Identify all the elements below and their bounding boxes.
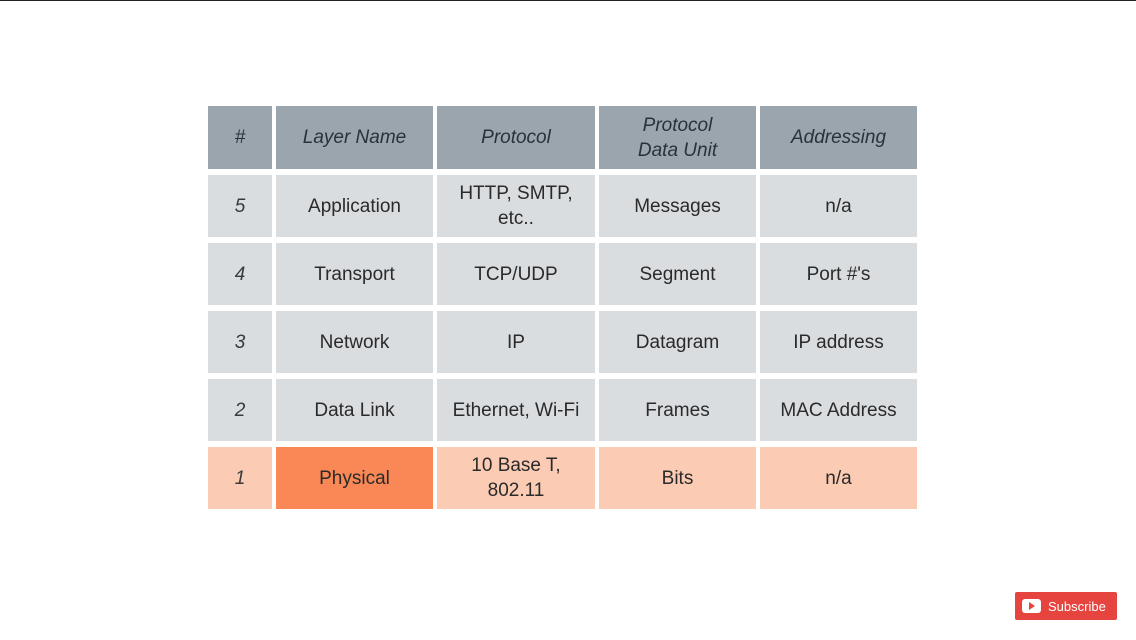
cell-num: 3 [208,311,272,373]
table-row-highlighted: 1 Physical 10 Base T, 802.11 Bits n/a [208,447,917,509]
cell-pdu: Bits [599,447,756,509]
youtube-play-icon [1022,599,1041,613]
cell-pdu: Segment [599,243,756,305]
cell-protocol: HTTP, SMTP, etc.. [437,175,595,237]
header-num: # [208,106,272,169]
osi-layers-table: # Layer Name Protocol Protocol Data Unit… [204,100,921,515]
header-addressing: Addressing [760,106,917,169]
table-header-row: # Layer Name Protocol Protocol Data Unit… [208,106,917,169]
cell-layer-name: Transport [276,243,433,305]
cell-num: 2 [208,379,272,441]
cell-layer-name: Data Link [276,379,433,441]
cell-layer-name: Application [276,175,433,237]
cell-pdu: Datagram [599,311,756,373]
cell-addressing: Port #'s [760,243,917,305]
header-protocol: Protocol [437,106,595,169]
video-frame: # Layer Name Protocol Protocol Data Unit… [0,0,1136,640]
cell-addressing: IP address [760,311,917,373]
header-layer-name: Layer Name [276,106,433,169]
cell-num: 5 [208,175,272,237]
cell-pdu: Messages [599,175,756,237]
subscribe-label: Subscribe [1048,598,1106,614]
cell-addressing: n/a [760,175,917,237]
table-row: 4 Transport TCP/UDP Segment Port #'s [208,243,917,305]
cell-protocol: 10 Base T, 802.11 [437,447,595,509]
header-pdu: Protocol Data Unit [599,106,756,169]
table-row: 2 Data Link Ethernet, Wi-Fi Frames MAC A… [208,379,917,441]
cell-layer-name-highlighted: Physical [276,447,433,509]
cell-protocol: Ethernet, Wi-Fi [437,379,595,441]
cell-addressing: MAC Address [760,379,917,441]
cell-layer-name: Network [276,311,433,373]
cell-num: 1 [208,447,272,509]
cell-addressing: n/a [760,447,917,509]
cell-num: 4 [208,243,272,305]
subscribe-button[interactable]: Subscribe [1015,592,1117,620]
table-row: 3 Network IP Datagram IP address [208,311,917,373]
cell-protocol: IP [437,311,595,373]
cell-protocol: TCP/UDP [437,243,595,305]
cell-pdu: Frames [599,379,756,441]
table-row: 5 Application HTTP, SMTP, etc.. Messages… [208,175,917,237]
top-border [0,0,1136,1]
